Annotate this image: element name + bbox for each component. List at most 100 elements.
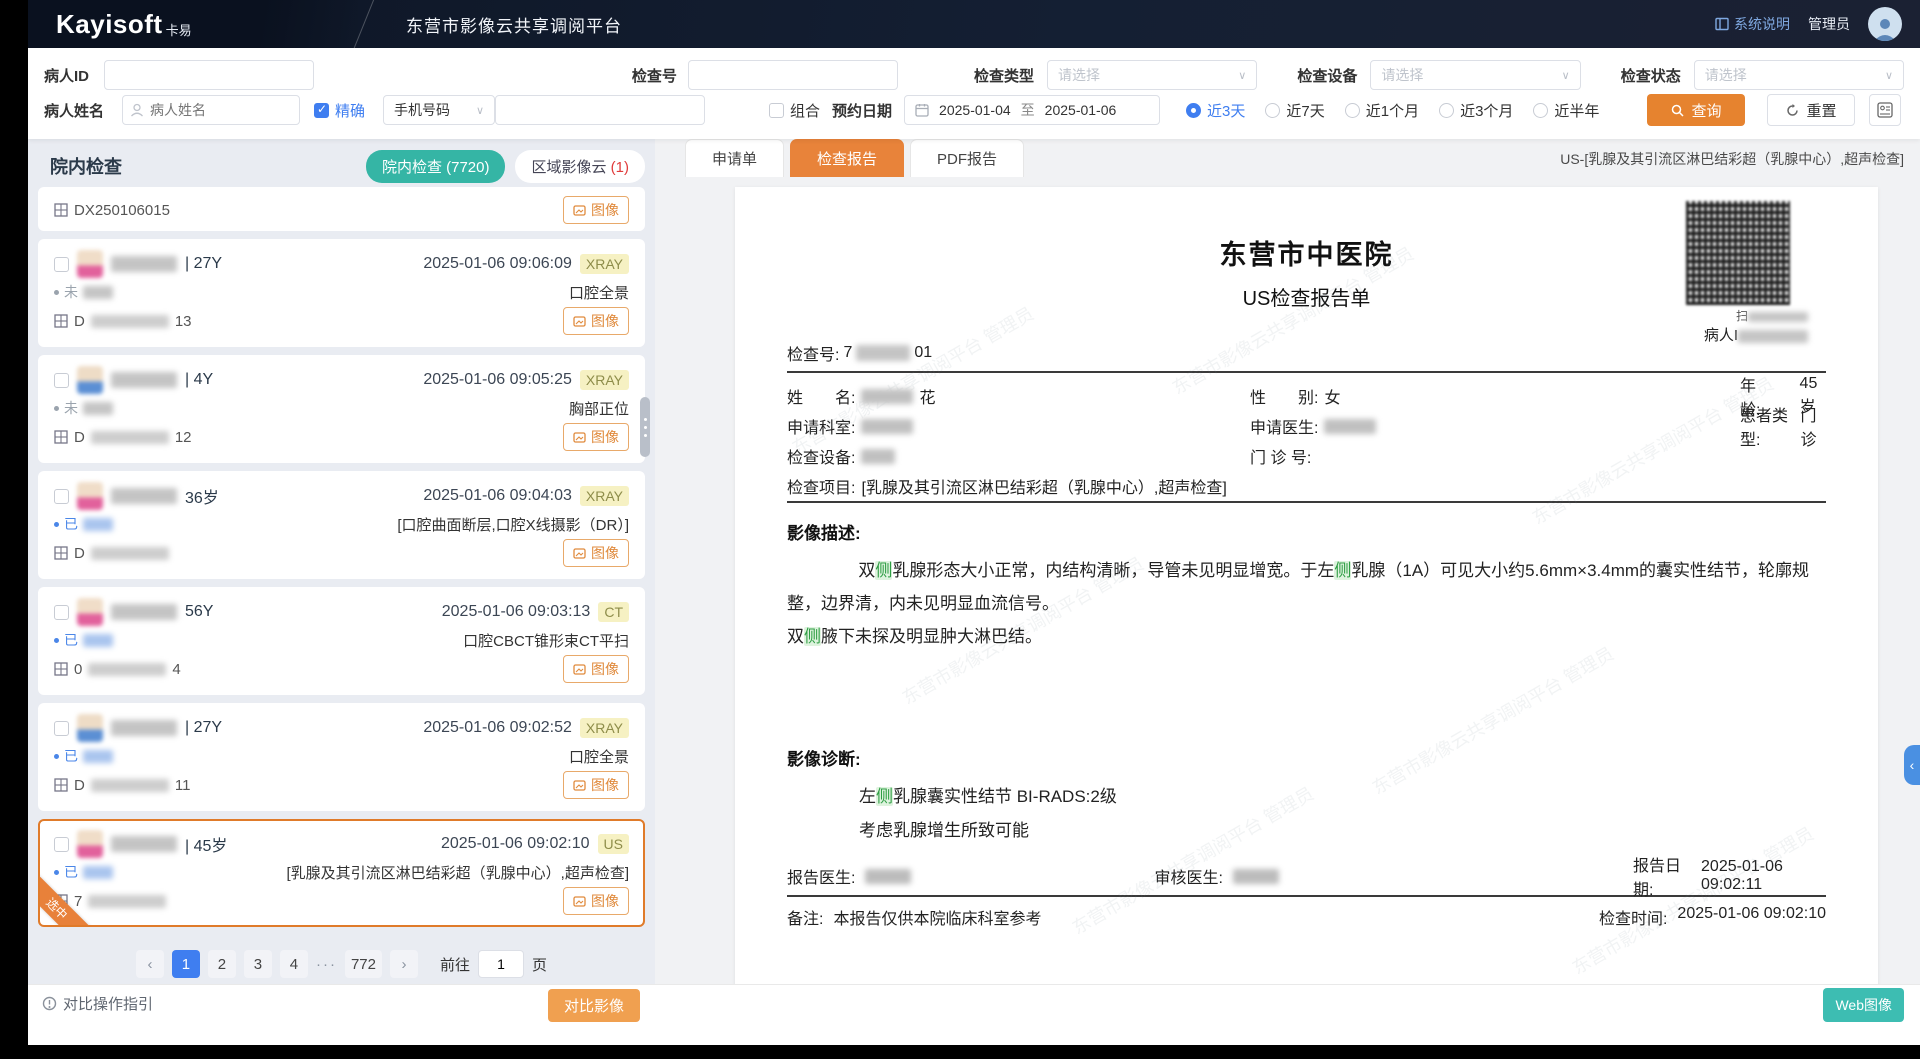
patient-name-input[interactable] [122,95,300,125]
report-status: 已 [54,862,113,882]
phone-select[interactable]: 手机号码∨ [383,95,495,125]
range-1m-radio[interactable]: 近1个月 [1345,100,1419,121]
combo-checkbox[interactable] [769,103,784,118]
reset-button[interactable]: 重置 [1767,94,1855,126]
exam-card[interactable]: | 27Y 2025-01-06 09:02:52 XRAY 已 口腔全景 D1… [38,703,645,811]
card-checkbox[interactable] [54,837,69,852]
modality-badge: XRAY [580,718,629,738]
exam-item: [口腔曲面断层,口腔X线摄影（DR）] [397,514,629,535]
calendar-icon [915,103,929,117]
image-button[interactable]: 图像 [563,307,629,335]
card-checkbox[interactable] [54,489,69,504]
date-to: 2025-01-06 [1045,102,1117,118]
page-3-button[interactable]: 3 [244,950,272,978]
card-checkbox[interactable] [54,605,69,620]
exam-no-input[interactable] [688,60,898,90]
status-dot [54,522,59,527]
exam-card[interactable]: | 4Y 2025-01-06 09:05:25 XRAY 未 胸部正位 D12 [38,355,645,463]
collapse-panel-button[interactable]: ‹ [1904,745,1920,785]
page-1-button[interactable]: 1 [172,950,200,978]
tab-hospital-exams[interactable]: 院内检查 (7720) [366,150,506,183]
accession-number: DX250106015 [54,202,170,219]
exam-item: 口腔全景 [569,746,629,767]
exact-checkbox[interactable] [314,103,329,118]
accession-redacted [88,895,166,908]
exam-type-select[interactable]: 请选择∨ [1047,60,1257,90]
image-button[interactable]: 图像 [563,887,629,915]
page-4-button[interactable]: 4 [280,950,308,978]
panel-resize-handle[interactable] [640,397,650,457]
accession-redacted [91,779,169,792]
layout-toggle-button[interactable] [1869,94,1901,126]
exam-device-select[interactable]: 请选择∨ [1370,60,1580,90]
web-image-button[interactable]: Web图像 [1823,988,1904,1022]
exam-card[interactable]: 36岁 2025-01-06 09:04:03 XRAY 已 [口腔曲面断层,口… [38,471,645,579]
prev-page-button[interactable]: ‹ [136,950,164,978]
status-redacted [83,286,113,299]
date-range-input[interactable]: 2025-01-04 至 2025-01-06 [904,95,1160,125]
tab-pdf-report[interactable]: PDF报告 [910,139,1024,177]
film-grid-icon [54,203,68,217]
range-6m-radio[interactable]: 近半年 [1533,100,1599,121]
accession-number: 04 [54,661,181,678]
tab-exam-report[interactable]: 检查报告 [790,139,904,177]
combo-label: 组合 [790,100,820,121]
patient-name-redacted [111,604,177,620]
image-button[interactable]: 图像 [563,655,629,683]
exam-card-partial[interactable]: DX250106015 图像 [38,187,645,231]
page-ellipsis[interactable]: ··· [316,956,337,973]
patient-id-input[interactable] [104,60,314,90]
film-grid-icon [54,546,68,560]
range-7d-radio[interactable]: 近7天 [1265,100,1324,121]
film-grid-icon [54,314,68,328]
appoint-date-label: 预约日期 [832,100,892,121]
card-checkbox[interactable] [54,721,69,736]
tab-region-cloud[interactable]: 区域影像云 (1) [515,150,645,183]
guide-icon [42,996,57,1011]
film-grid-icon [54,662,68,676]
goto-page-input[interactable] [478,950,524,978]
bottom-bar: 对比操作指引 对比影像 Web图像 [28,984,1920,1021]
page-last-button[interactable]: 772 [345,950,382,978]
phone-input[interactable] [495,95,705,125]
page-2-button[interactable]: 2 [208,950,236,978]
image-edit-icon [573,779,586,792]
chevron-down-icon: ∨ [1238,69,1246,82]
exam-no-label: 检查号 [632,65,688,86]
kayisoft-logo: Kayisoft [56,9,163,40]
image-button[interactable]: 图像 [563,539,629,567]
status-dot [54,290,59,295]
next-page-button[interactable]: › [390,950,418,978]
image-button[interactable]: 图像 [563,423,629,451]
exam-card[interactable]: 56Y 2025-01-06 09:03:13 CT 已 口腔CBCT锥形束CT… [38,587,645,695]
image-edit-icon [573,895,586,908]
exam-datetime: 2025-01-06 09:06:09 [423,255,572,273]
app-window: Kayisoft 卡易 东营市影像云共享调阅平台 系统说明 管理员 病人ID 检… [28,0,1920,1045]
patient-name-redacted [111,836,177,852]
exam-status-select[interactable]: 请选择∨ [1694,60,1904,90]
diagnosis-heading: 影像诊断: [787,745,1826,770]
compare-images-button[interactable]: 对比影像 [548,989,640,1022]
image-button[interactable]: 图像 [563,196,629,224]
exam-no-redacted [856,345,910,361]
card-checkbox[interactable] [54,257,69,272]
patient-age: 56Y [185,603,213,621]
current-user[interactable]: 管理员 [1808,14,1850,34]
current-exam-title: US-[乳腺及其引流区淋巴结彩超（乳腺中心）,超声检查] [1560,149,1920,177]
range-3m-radio[interactable]: 近3个月 [1439,100,1513,121]
review-doctor-redacted [1233,869,1279,884]
card-checkbox[interactable] [54,373,69,388]
exam-card-selected[interactable]: | 45岁 2025-01-06 09:02:10 US 已 [乳腺及其引流区淋… [38,819,645,927]
system-help-link[interactable]: 系统说明 [1715,14,1790,34]
patient-name-redacted [111,488,177,504]
search-button[interactable]: 查询 [1647,94,1745,126]
tab-request-form[interactable]: 申请单 [685,139,784,177]
exam-card[interactable]: | 27Y 2025-01-06 09:06:09 XRAY 未 口腔全景 D1… [38,239,645,347]
modality-badge: XRAY [580,254,629,274]
user-avatar[interactable] [1868,7,1902,41]
compare-guide-link[interactable]: 对比操作指引 [42,993,153,1014]
status-dot [54,406,59,411]
range-3d-radio[interactable]: 近3天 [1186,100,1245,121]
image-button[interactable]: 图像 [563,771,629,799]
chevron-down-icon: ∨ [1885,69,1893,82]
